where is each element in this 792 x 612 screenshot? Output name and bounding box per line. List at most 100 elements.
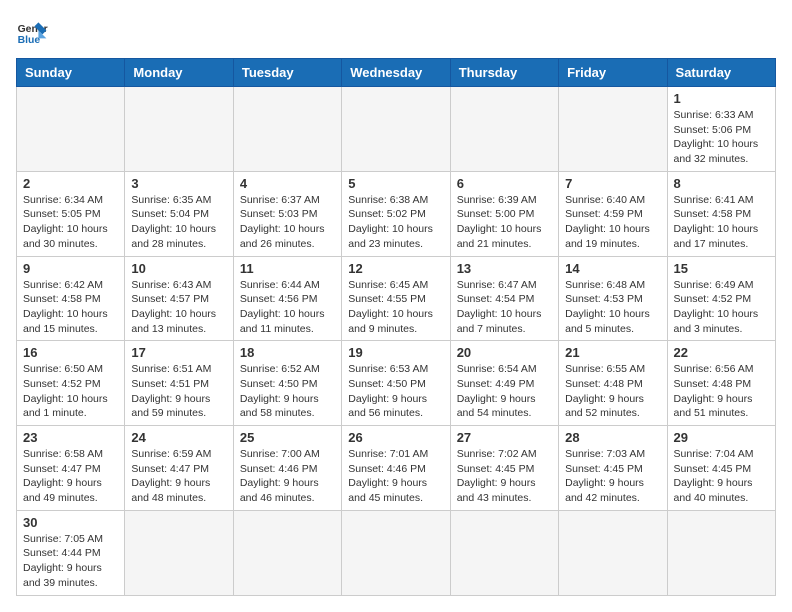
day-info: Sunrise: 6:44 AM Sunset: 4:56 PM Dayligh… [240, 278, 335, 337]
calendar-cell [450, 510, 558, 595]
calendar-cell: 18 Sunrise: 6:52 AM Sunset: 4:50 PM Dayli… [233, 341, 341, 426]
day-number: 10 [131, 261, 226, 276]
day-info: Sunrise: 6:38 AM Sunset: 5:02 PM Dayligh… [348, 193, 443, 252]
calendar-cell: 7 Sunrise: 6:40 AM Sunset: 4:59 PM Daylig… [559, 171, 667, 256]
calendar-cell: 23Sunrise: 6:58 AM Sunset: 4:47 PM Dayli… [17, 426, 125, 511]
day-number: 28 [565, 430, 660, 445]
day-info: Sunrise: 6:42 AM Sunset: 4:58 PM Dayligh… [23, 278, 118, 337]
calendar-week-row: 30 Sunrise: 7:05 AM Sunset: 4:44 PM Dayli… [17, 510, 776, 595]
day-number: 3 [131, 176, 226, 191]
calendar-cell [233, 87, 341, 172]
day-number: 14 [565, 261, 660, 276]
calendar-cell [559, 87, 667, 172]
day-info: Sunrise: 7:03 AM Sunset: 4:45 PM Dayligh… [565, 447, 660, 506]
day-number: 24 [131, 430, 226, 445]
day-info: Sunrise: 7:05 AM Sunset: 4:44 PM Dayligh… [23, 532, 118, 591]
calendar-cell: 26 Sunrise: 7:01 AM Sunset: 4:46 PM Dayli… [342, 426, 450, 511]
day-info: Sunrise: 7:04 AM Sunset: 4:45 PM Dayligh… [674, 447, 769, 506]
day-number: 26 [348, 430, 443, 445]
calendar-week-row: 9 Sunrise: 6:42 AM Sunset: 4:58 PM Daylig… [17, 256, 776, 341]
calendar-cell: 22Sunrise: 6:56 AM Sunset: 4:48 PM Dayli… [667, 341, 775, 426]
calendar-cell: 6 Sunrise: 6:39 AM Sunset: 5:00 PM Daylig… [450, 171, 558, 256]
day-number: 18 [240, 345, 335, 360]
calendar-cell [342, 87, 450, 172]
calendar-header-wednesday: Wednesday [342, 59, 450, 87]
day-info: Sunrise: 6:56 AM Sunset: 4:48 PM Dayligh… [674, 362, 769, 421]
calendar-cell: 12Sunrise: 6:45 AM Sunset: 4:55 PM Dayli… [342, 256, 450, 341]
calendar-cell: 17 Sunrise: 6:51 AM Sunset: 4:51 PM Dayli… [125, 341, 233, 426]
day-number: 16 [23, 345, 118, 360]
day-number: 29 [674, 430, 769, 445]
day-number: 1 [674, 91, 769, 106]
day-number: 21 [565, 345, 660, 360]
calendar-header-monday: Monday [125, 59, 233, 87]
day-number: 7 [565, 176, 660, 191]
day-info: Sunrise: 7:00 AM Sunset: 4:46 PM Dayligh… [240, 447, 335, 506]
day-number: 11 [240, 261, 335, 276]
day-number: 27 [457, 430, 552, 445]
calendar-cell: 11 Sunrise: 6:44 AM Sunset: 4:56 PM Dayli… [233, 256, 341, 341]
day-info: Sunrise: 6:35 AM Sunset: 5:04 PM Dayligh… [131, 193, 226, 252]
day-info: Sunrise: 6:39 AM Sunset: 5:00 PM Dayligh… [457, 193, 552, 252]
day-info: Sunrise: 6:54 AM Sunset: 4:49 PM Dayligh… [457, 362, 552, 421]
day-number: 15 [674, 261, 769, 276]
logo-icon: General Blue [16, 16, 48, 48]
day-info: Sunrise: 7:01 AM Sunset: 4:46 PM Dayligh… [348, 447, 443, 506]
day-info: Sunrise: 6:40 AM Sunset: 4:59 PM Dayligh… [565, 193, 660, 252]
logo: General Blue [16, 16, 52, 48]
calendar-week-row: 23Sunrise: 6:58 AM Sunset: 4:47 PM Dayli… [17, 426, 776, 511]
day-info: Sunrise: 6:34 AM Sunset: 5:05 PM Dayligh… [23, 193, 118, 252]
day-info: Sunrise: 6:48 AM Sunset: 4:53 PM Dayligh… [565, 278, 660, 337]
calendar-cell: 13 Sunrise: 6:47 AM Sunset: 4:54 PM Dayli… [450, 256, 558, 341]
calendar-cell: 1Sunrise: 6:33 AM Sunset: 5:06 PM Daylig… [667, 87, 775, 172]
day-info: Sunrise: 6:52 AM Sunset: 4:50 PM Dayligh… [240, 362, 335, 421]
calendar-cell: 21Sunrise: 6:55 AM Sunset: 4:48 PM Dayli… [559, 341, 667, 426]
calendar-header-saturday: Saturday [667, 59, 775, 87]
calendar-cell: 15 Sunrise: 6:49 AM Sunset: 4:52 PM Dayli… [667, 256, 775, 341]
day-number: 6 [457, 176, 552, 191]
calendar-cell: 16 Sunrise: 6:50 AM Sunset: 4:52 PM Dayli… [17, 341, 125, 426]
calendar-cell: 27 Sunrise: 7:02 AM Sunset: 4:45 PM Dayli… [450, 426, 558, 511]
day-info: Sunrise: 7:02 AM Sunset: 4:45 PM Dayligh… [457, 447, 552, 506]
day-info: Sunrise: 6:37 AM Sunset: 5:03 PM Dayligh… [240, 193, 335, 252]
calendar-week-row: 1Sunrise: 6:33 AM Sunset: 5:06 PM Daylig… [17, 87, 776, 172]
calendar-header-thursday: Thursday [450, 59, 558, 87]
calendar-header-friday: Friday [559, 59, 667, 87]
day-info: Sunrise: 6:49 AM Sunset: 4:52 PM Dayligh… [674, 278, 769, 337]
day-number: 30 [23, 515, 118, 530]
calendar-cell: 5 Sunrise: 6:38 AM Sunset: 5:02 PM Daylig… [342, 171, 450, 256]
day-info: Sunrise: 6:51 AM Sunset: 4:51 PM Dayligh… [131, 362, 226, 421]
day-info: Sunrise: 6:50 AM Sunset: 4:52 PM Dayligh… [23, 362, 118, 421]
calendar-cell [125, 510, 233, 595]
day-number: 8 [674, 176, 769, 191]
day-info: Sunrise: 6:47 AM Sunset: 4:54 PM Dayligh… [457, 278, 552, 337]
day-number: 9 [23, 261, 118, 276]
calendar-table: SundayMondayTuesdayWednesdayThursdayFrid… [16, 58, 776, 596]
calendar-cell [559, 510, 667, 595]
page-header: General Blue [16, 16, 776, 48]
day-number: 12 [348, 261, 443, 276]
calendar-cell: 9 Sunrise: 6:42 AM Sunset: 4:58 PM Daylig… [17, 256, 125, 341]
calendar-cell: 4Sunrise: 6:37 AM Sunset: 5:03 PM Daylig… [233, 171, 341, 256]
day-number: 20 [457, 345, 552, 360]
calendar-cell: 25Sunrise: 7:00 AM Sunset: 4:46 PM Dayli… [233, 426, 341, 511]
day-info: Sunrise: 6:59 AM Sunset: 4:47 PM Dayligh… [131, 447, 226, 506]
day-number: 19 [348, 345, 443, 360]
day-number: 13 [457, 261, 552, 276]
calendar-cell: 30 Sunrise: 7:05 AM Sunset: 4:44 PM Dayli… [17, 510, 125, 595]
calendar-cell [17, 87, 125, 172]
calendar-cell: 14 Sunrise: 6:48 AM Sunset: 4:53 PM Dayli… [559, 256, 667, 341]
calendar-cell: 19Sunrise: 6:53 AM Sunset: 4:50 PM Dayli… [342, 341, 450, 426]
calendar-cell [450, 87, 558, 172]
calendar-header-sunday: Sunday [17, 59, 125, 87]
calendar-cell: 29 Sunrise: 7:04 AM Sunset: 4:45 PM Dayli… [667, 426, 775, 511]
calendar-cell: 8 Sunrise: 6:41 AM Sunset: 4:58 PM Daylig… [667, 171, 775, 256]
calendar-cell [233, 510, 341, 595]
calendar-cell [342, 510, 450, 595]
day-number: 5 [348, 176, 443, 191]
calendar-cell: 20 Sunrise: 6:54 AM Sunset: 4:49 PM Dayli… [450, 341, 558, 426]
calendar-cell [667, 510, 775, 595]
day-number: 17 [131, 345, 226, 360]
svg-text:Blue: Blue [18, 35, 41, 46]
day-info: Sunrise: 6:41 AM Sunset: 4:58 PM Dayligh… [674, 193, 769, 252]
